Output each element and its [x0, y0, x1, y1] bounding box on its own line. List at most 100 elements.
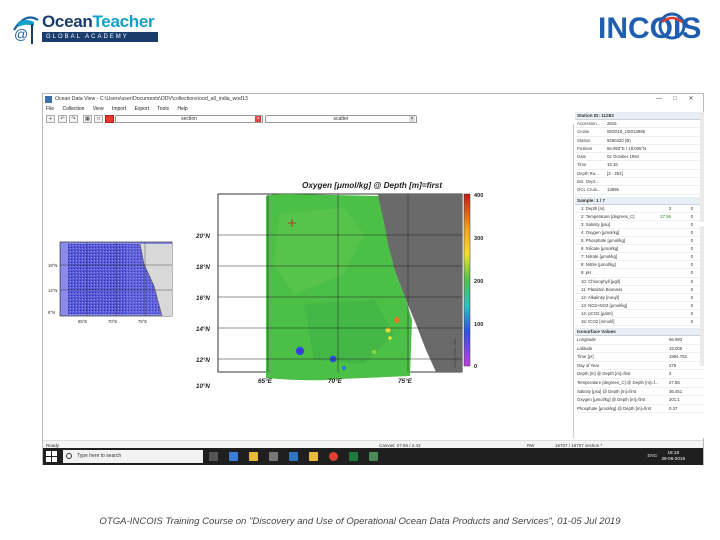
windows-start-icon[interactable]	[46, 451, 57, 462]
station-row[interactable]: Accession... 2815	[575, 120, 704, 129]
tab-close-icon[interactable]: ×	[255, 116, 261, 122]
maximize-button[interactable]: □	[667, 94, 683, 105]
mini-lon-tick: 65°E	[78, 319, 87, 324]
language-indicator[interactable]: ENG	[647, 453, 657, 458]
search-placeholder: Type here to search	[77, 453, 122, 459]
tab-scatter[interactable]: scatter ×	[265, 115, 417, 123]
odv-taskbar-icon[interactable]	[369, 452, 378, 461]
folder-icon[interactable]	[309, 452, 318, 461]
station-row[interactable]: Cruise WOD18_US013995	[575, 128, 704, 137]
taskbar-clock[interactable]: 18:18 29-06-2019	[662, 450, 686, 462]
taskbar-search-input[interactable]: Type here to search	[63, 450, 203, 463]
tab-close-icon[interactable]: ×	[409, 116, 415, 122]
sample-row[interactable]: 12: Alkalinity [meq/l] 0	[575, 294, 704, 302]
add-icon[interactable]: +	[46, 115, 55, 123]
sample-row[interactable]: 4: Oxygen [μmol/kg] 0	[575, 229, 704, 238]
map-svg: 19°N 14°N 9°N 65°E 70°E 75°E Oxygen [μmo…	[48, 181, 483, 390]
isosurface-row[interactable]: Latitude 19.005	[575, 345, 704, 354]
edge-browser-icon[interactable]	[229, 452, 238, 461]
excel-icon[interactable]	[349, 452, 358, 461]
record-icon[interactable]	[105, 115, 114, 123]
tab-section-label: section	[181, 116, 197, 122]
lon-tick: 65°E	[258, 377, 273, 385]
menu-import[interactable]: Import	[112, 106, 126, 112]
sample-row[interactable]: 1: Depth [m] 3 0	[575, 205, 704, 213]
station-row[interactable]: Bot. Dept...	[575, 178, 704, 187]
chrome-icon[interactable]	[329, 452, 338, 461]
sample-row[interactable]: 10: Chlorophyll [μg/l] 0	[575, 278, 704, 286]
sample-name: 8: Nitrite [μmol/kg]	[581, 262, 616, 268]
station-scrollbar[interactable]	[700, 112, 704, 222]
isosurface-row[interactable]: Longitude 66.993	[575, 336, 704, 345]
tab-scatter-label: scatter	[333, 116, 349, 122]
menu-tools[interactable]: Tools	[157, 106, 169, 112]
sample-row[interactable]: 2: Temperature [degrees_C] 27.56 0	[575, 213, 704, 221]
sample-row[interactable]: 14: pCO2 [μatm] 0	[575, 310, 704, 318]
logo-wordmark: OceanTeacher	[42, 12, 155, 32]
sample-name: 12: Alkalinity [meq/l]	[581, 294, 619, 300]
station-value: 2815	[607, 121, 617, 126]
menu-help[interactable]: Help	[177, 106, 187, 112]
isosurface-row[interactable]: Day of Year 275	[575, 362, 704, 371]
undo-icon[interactable]: ↶	[58, 115, 67, 123]
title-bar: Ocean Data View - C:\Users\user\Document…	[43, 94, 703, 105]
sample-name: 4: Oxygen [μmol/kg]	[581, 229, 620, 235]
store-icon[interactable]	[289, 452, 298, 461]
sample-value: 3	[668, 205, 671, 211]
sample-flag: 0	[690, 246, 693, 252]
station-row[interactable]: Depth Ra... [3 - 252]	[575, 170, 704, 179]
iso-value: 36.451	[669, 388, 683, 394]
lat-tick: 10°N	[196, 383, 210, 390]
logo-at: @	[14, 26, 29, 42]
sample-row[interactable]: 11: Plankton Biomass 0	[575, 286, 704, 294]
sample-row[interactable]: 13: NO2+NO3 [μmol/kg] 0	[575, 302, 704, 310]
station-value: 13995	[607, 187, 619, 193]
lat-tick: 18°N	[196, 264, 210, 271]
sample-value	[641, 310, 675, 317]
sample-name: 5: Phosphate [μmol/kg]	[581, 238, 626, 244]
task-view-icon[interactable]	[209, 452, 218, 461]
isosurface-row[interactable]: Salinity [psu] @ Depth [m]=first 36.451	[575, 388, 704, 397]
sample-flag: 0	[690, 270, 693, 276]
sample-row[interactable]: 9: pH 0	[575, 269, 704, 278]
redo-icon[interactable]: ↷	[69, 115, 78, 123]
isosurface-row[interactable]: Phosphate [μmol/kg] @ Depth [m]=first 0.3…	[575, 405, 704, 414]
station-key: Bot. Dept...	[577, 179, 599, 185]
minimize-button[interactable]: —	[651, 94, 667, 105]
menu-file[interactable]: File	[46, 106, 54, 112]
station-row[interactable]: Position 66.993°E / 19.005°N	[575, 145, 704, 154]
calculator-icon[interactable]	[269, 452, 278, 461]
sample-row[interactable]: 6: Silicate [μmol/kg] 0	[575, 245, 704, 254]
station-row[interactable]: Date 02 October 1994	[575, 153, 704, 162]
menu-view[interactable]: View	[93, 106, 104, 112]
sample-row[interactable]: 7: Nitrate [μmol/kg] 0	[575, 253, 704, 262]
sample-row[interactable]: 5: Phosphate [μmol/kg] 0	[575, 237, 704, 246]
close-button[interactable]: ✕	[683, 94, 699, 105]
sample-flag: 0	[690, 205, 693, 211]
map-canvas[interactable]: 19°N 14°N 9°N 65°E 70°E 75°E Oxygen [μmo…	[44, 124, 574, 438]
sample-scrollbar[interactable]	[700, 226, 704, 366]
colorbar-tick: 0	[474, 364, 477, 370]
sample-row[interactable]: 8: Nitrite [μmol/kg] 0	[575, 261, 704, 270]
sample-row[interactable]: 3: Salinity [psu] 0	[575, 221, 704, 229]
file-explorer-icon[interactable]	[249, 452, 258, 461]
tab-section[interactable]: section ×	[115, 115, 263, 123]
sample-flag: 0	[690, 294, 693, 300]
mini-map[interactable]: 19°N 14°N 9°N 65°E 70°E 75°E	[48, 241, 173, 324]
grid-icon[interactable]: ▦	[83, 115, 92, 123]
isosurface-header: Isosurface Values	[575, 328, 704, 337]
station-value: 66.993°E / 19.005°N	[607, 145, 647, 151]
main-map[interactable]: Oxygen [μmol/kg] @ Depth [m]=first 20°N …	[195, 181, 463, 390]
isosurface-row[interactable]: Time [yr] 1994.752	[575, 353, 704, 362]
menu-collection[interactable]: Collection	[62, 106, 84, 112]
station-row[interactable]: OCL Cruis... 13995	[575, 186, 704, 195]
isosurface-row[interactable]: Temperature [degrees_C] @ Depth [m]=f...…	[575, 379, 704, 388]
station-row[interactable]: Station 9290420 (B)	[575, 137, 704, 145]
sample-value: 27.56	[660, 213, 671, 219]
menu-export[interactable]: Export	[135, 106, 149, 112]
station-row[interactable]: Time 15:16	[575, 161, 704, 170]
window-layout-icon[interactable]: □	[94, 115, 103, 123]
isosurface-row[interactable]: Oxygen [μmol/kg] @ Depth [m]=first 201.1	[575, 396, 704, 405]
isosurface-row[interactable]: Depth [m] @ Depth [m]=first 3	[575, 370, 704, 380]
sample-row[interactable]: 15: tCO2 [mmol/l] 0	[575, 318, 704, 327]
